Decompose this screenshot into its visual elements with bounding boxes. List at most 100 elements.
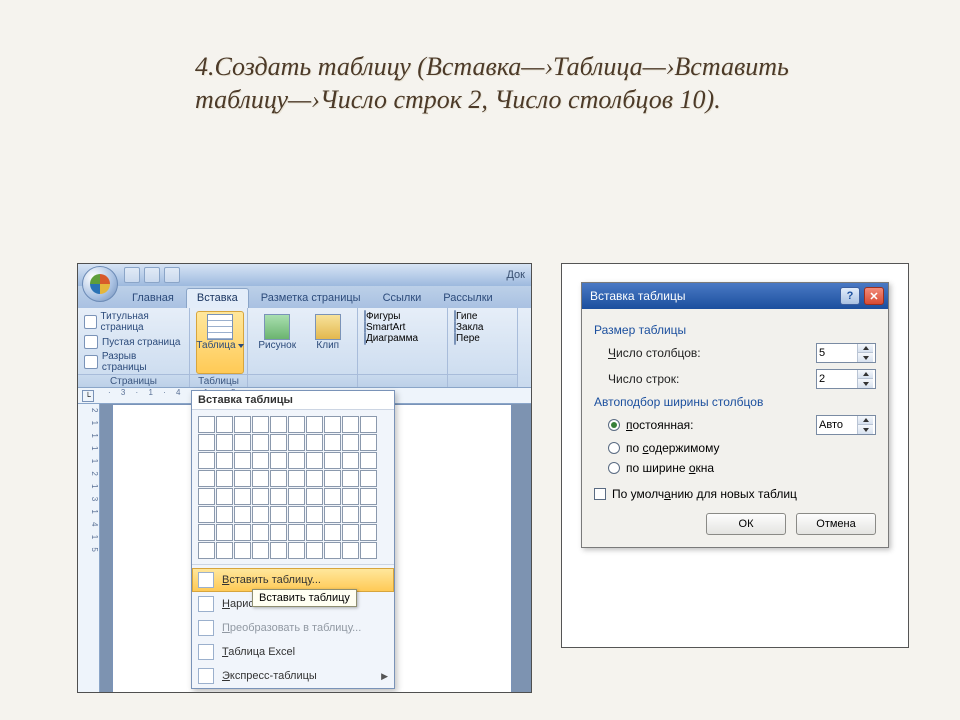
grid-cell[interactable]: [252, 524, 269, 541]
grid-cell[interactable]: [234, 452, 251, 469]
clipart-button[interactable]: Клип: [305, 311, 352, 374]
grid-cell[interactable]: [288, 506, 305, 523]
redo-icon[interactable]: [164, 267, 180, 283]
grid-cell[interactable]: [360, 488, 377, 505]
grid-cell[interactable]: [306, 434, 323, 451]
radio-fixed[interactable]: [608, 419, 620, 431]
dropdown-item[interactable]: Таблица Excel: [192, 640, 394, 664]
tab-references[interactable]: Ссылки: [373, 289, 432, 308]
grid-cell[interactable]: [270, 542, 287, 559]
grid-cell[interactable]: [360, 452, 377, 469]
grid-cell[interactable]: [288, 416, 305, 433]
grid-cell[interactable]: [270, 524, 287, 541]
grid-cell[interactable]: [270, 488, 287, 505]
grid-cell[interactable]: [342, 452, 359, 469]
grid-cell[interactable]: [216, 434, 233, 451]
grid-cell[interactable]: [324, 524, 341, 541]
grid-cell[interactable]: [234, 524, 251, 541]
bookmark-button[interactable]: Закла: [454, 322, 484, 333]
tab-mailings[interactable]: Рассылки: [433, 289, 502, 308]
grid-cell[interactable]: [324, 470, 341, 487]
grid-cell[interactable]: [306, 470, 323, 487]
table-button[interactable]: Таблица: [196, 311, 244, 374]
ok-button[interactable]: ОК: [706, 513, 786, 535]
grid-cell[interactable]: [360, 470, 377, 487]
radio-window[interactable]: [608, 462, 620, 474]
picture-button[interactable]: Рисунок: [254, 311, 301, 374]
grid-cell[interactable]: [324, 488, 341, 505]
hyperlink-button[interactable]: Гипе: [454, 311, 484, 322]
grid-cell[interactable]: [288, 452, 305, 469]
width-input[interactable]: [816, 415, 876, 435]
grid-cell[interactable]: [360, 542, 377, 559]
remember-checkbox[interactable]: [594, 488, 606, 500]
grid-cell[interactable]: [324, 506, 341, 523]
grid-cell[interactable]: [342, 470, 359, 487]
table-grid-picker[interactable]: [192, 410, 394, 561]
grid-cell[interactable]: [270, 470, 287, 487]
grid-cell[interactable]: [306, 542, 323, 559]
grid-cell[interactable]: [198, 488, 215, 505]
grid-cell[interactable]: [216, 416, 233, 433]
grid-cell[interactable]: [306, 524, 323, 541]
grid-cell[interactable]: [198, 542, 215, 559]
blank-page-button[interactable]: Пустая страница: [84, 335, 183, 349]
dialog-titlebar[interactable]: Вставка таблицы ? ✕: [582, 283, 888, 309]
grid-cell[interactable]: [252, 542, 269, 559]
radio-content[interactable]: [608, 442, 620, 454]
grid-cell[interactable]: [234, 488, 251, 505]
grid-cell[interactable]: [360, 524, 377, 541]
grid-cell[interactable]: [198, 452, 215, 469]
undo-icon[interactable]: [144, 267, 160, 283]
smartart-button[interactable]: SmartArt: [364, 322, 418, 333]
grid-cell[interactable]: [342, 416, 359, 433]
grid-cell[interactable]: [360, 416, 377, 433]
grid-cell[interactable]: [234, 470, 251, 487]
grid-cell[interactable]: [216, 488, 233, 505]
grid-cell[interactable]: [288, 488, 305, 505]
grid-cell[interactable]: [234, 542, 251, 559]
grid-cell[interactable]: [234, 434, 251, 451]
grid-cell[interactable]: [342, 542, 359, 559]
spin-down[interactable]: [858, 425, 873, 434]
grid-cell[interactable]: [324, 542, 341, 559]
grid-cell[interactable]: [324, 434, 341, 451]
grid-cell[interactable]: [216, 452, 233, 469]
grid-cell[interactable]: [306, 488, 323, 505]
grid-cell[interactable]: [288, 434, 305, 451]
cover-page-button[interactable]: Титульная страница: [84, 311, 183, 333]
rows-input[interactable]: [816, 369, 876, 389]
crossref-button[interactable]: Пере: [454, 333, 484, 344]
grid-cell[interactable]: [306, 452, 323, 469]
grid-cell[interactable]: [342, 506, 359, 523]
spin-up[interactable]: [858, 370, 873, 379]
grid-cell[interactable]: [252, 488, 269, 505]
grid-cell[interactable]: [216, 524, 233, 541]
close-button[interactable]: ✕: [864, 287, 884, 305]
grid-cell[interactable]: [198, 524, 215, 541]
grid-cell[interactable]: [198, 416, 215, 433]
grid-cell[interactable]: [306, 506, 323, 523]
grid-cell[interactable]: [324, 452, 341, 469]
grid-cell[interactable]: [306, 416, 323, 433]
help-button[interactable]: ?: [840, 287, 860, 305]
grid-cell[interactable]: [270, 416, 287, 433]
grid-cell[interactable]: [342, 488, 359, 505]
grid-cell[interactable]: [252, 506, 269, 523]
rows-value[interactable]: [817, 373, 857, 385]
grid-cell[interactable]: [252, 452, 269, 469]
grid-cell[interactable]: [234, 506, 251, 523]
chart-button[interactable]: Диаграмма: [364, 333, 418, 344]
tab-insert[interactable]: Вставка: [186, 288, 249, 308]
page-break-button[interactable]: Разрыв страницы: [84, 351, 183, 373]
width-value[interactable]: [817, 419, 857, 431]
grid-cell[interactable]: [288, 542, 305, 559]
spin-up[interactable]: [858, 344, 873, 353]
tab-home[interactable]: Главная: [122, 289, 184, 308]
grid-cell[interactable]: [198, 434, 215, 451]
grid-cell[interactable]: [324, 416, 341, 433]
grid-cell[interactable]: [234, 416, 251, 433]
spin-down[interactable]: [858, 353, 873, 362]
save-icon[interactable]: [124, 267, 140, 283]
spin-up[interactable]: [858, 416, 873, 425]
